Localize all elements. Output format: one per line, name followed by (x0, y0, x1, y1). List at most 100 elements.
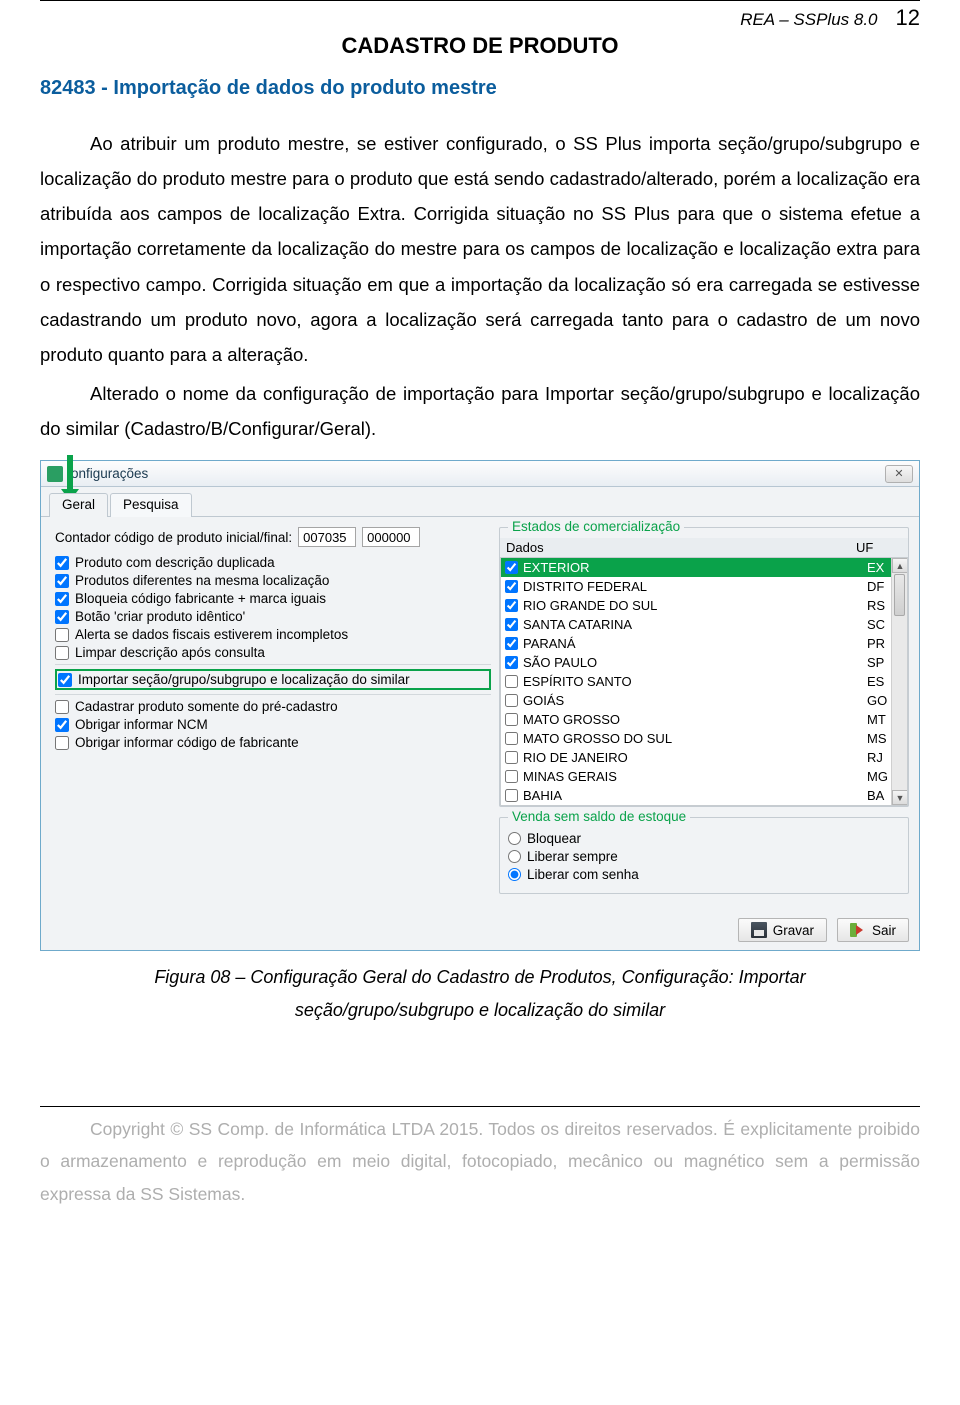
header-rule (40, 0, 920, 1)
state-name: SANTA CATARINA (523, 617, 867, 632)
counter-final-input[interactable] (362, 527, 420, 547)
window-title: onfigurações (71, 466, 885, 481)
state-row[interactable]: SÃO PAULOSP (501, 653, 907, 672)
state-name: MINAS GERAIS (523, 769, 867, 784)
option-label: Produto com descrição duplicada (75, 555, 275, 570)
page-number: 12 (896, 5, 920, 31)
option-label: Obrigar informar código de fabricante (75, 735, 299, 750)
state-row[interactable]: PARANÁPR (501, 634, 907, 653)
state-row[interactable]: ESPÍRITO SANTOES (501, 672, 907, 691)
state-checkbox[interactable] (505, 732, 518, 745)
divider (55, 694, 491, 695)
venda-radio[interactable] (508, 850, 521, 863)
state-row[interactable]: EXTERIOREX (501, 558, 907, 577)
option-label: Botão 'criar produto idêntico' (75, 609, 245, 624)
venda-caption: Venda sem saldo de estoque (508, 809, 690, 824)
state-row[interactable]: MINAS GERAISMG (501, 767, 907, 786)
tab-bar: Geral Pesquisa (41, 487, 919, 517)
option-checkbox[interactable] (58, 673, 72, 687)
exit-button[interactable]: Sair (837, 918, 909, 942)
state-row[interactable]: RIO DE JANEIRORJ (501, 748, 907, 767)
option-label: Importar seção/grupo/subgrupo e localiza… (78, 672, 410, 687)
state-row[interactable]: MATO GROSSO DO SULMS (501, 729, 907, 748)
state-name: DISTRITO FEDERAL (523, 579, 867, 594)
state-name: SÃO PAULO (523, 655, 867, 670)
venda-radio[interactable] (508, 832, 521, 845)
state-row[interactable]: SANTA CATARINASC (501, 615, 907, 634)
option-checkbox[interactable] (55, 736, 69, 750)
state-name: MATO GROSSO DO SUL (523, 731, 867, 746)
option-checkbox[interactable] (55, 556, 69, 570)
venda-radio[interactable] (508, 868, 521, 881)
state-checkbox[interactable] (505, 675, 518, 688)
state-name: RIO GRANDE DO SUL (523, 598, 867, 613)
tab-label: Pesquisa (123, 497, 179, 512)
state-row[interactable]: MATO GROSSOMT (501, 710, 907, 729)
venda-option: Liberar sempre (508, 849, 900, 864)
state-name: GOIÁS (523, 693, 867, 708)
option-checkbox[interactable] (55, 610, 69, 624)
state-row[interactable]: BAHIABA (501, 786, 907, 805)
divider (55, 664, 491, 665)
scroll-down-icon[interactable]: ▼ (892, 790, 907, 805)
save-button[interactable]: Gravar (738, 918, 827, 942)
state-name: ESPÍRITO SANTO (523, 674, 867, 689)
venda-label: Liberar sempre (527, 849, 618, 864)
option-row: Produtos diferentes na mesma localização (55, 573, 491, 588)
tab-pesquisa[interactable]: Pesquisa (110, 493, 192, 517)
state-row[interactable]: RIO GRANDE DO SULRS (501, 596, 907, 615)
venda-groupbox: Venda sem saldo de estoque BloquearLiber… (499, 817, 909, 894)
figure-caption-line1: Figura 08 – Configuração Geral do Cadast… (154, 967, 805, 987)
state-name: EXTERIOR (523, 560, 867, 575)
window-icon (47, 466, 63, 482)
option-checkbox[interactable] (55, 628, 69, 642)
estados-groupbox: Estados de comercialização Dados UF EXTE… (499, 527, 909, 807)
option-checkbox[interactable] (55, 718, 69, 732)
exit-icon (850, 922, 866, 938)
state-checkbox[interactable] (505, 599, 518, 612)
figure-caption: Figura 08 – Configuração Geral do Cadast… (40, 961, 920, 1026)
option-row: Bloqueia código fabricante + marca iguai… (55, 591, 491, 606)
close-icon[interactable]: ✕ (885, 465, 913, 483)
figure-caption-line2: seção/grupo/subgrupo e localização do si… (295, 1000, 665, 1020)
scroll-thumb[interactable] (894, 574, 905, 616)
option-row: Botão 'criar produto idêntico' (55, 609, 491, 624)
option-checkbox[interactable] (55, 646, 69, 660)
counter-initial-input[interactable] (298, 527, 356, 547)
estados-list: EXTERIOREXDISTRITO FEDERALDFRIO GRANDE D… (500, 558, 908, 806)
state-checkbox[interactable] (505, 770, 518, 783)
section-heading: 82483 - Importação de dados do produto m… (40, 77, 920, 100)
state-checkbox[interactable] (505, 561, 518, 574)
option-row: Obrigar informar código de fabricante (55, 735, 491, 750)
tab-geral[interactable]: Geral (49, 493, 108, 517)
state-checkbox[interactable] (505, 751, 518, 764)
state-checkbox[interactable] (505, 656, 518, 669)
scroll-up-icon[interactable]: ▲ (892, 558, 907, 573)
option-row: Importar seção/grupo/subgrupo e localiza… (55, 669, 491, 690)
window-titlebar: onfigurações ✕ (41, 461, 919, 487)
header-product: REA – SSPlus 8.0 (740, 10, 877, 30)
state-checkbox[interactable] (505, 694, 518, 707)
venda-label: Bloquear (527, 831, 581, 846)
state-name: MATO GROSSO (523, 712, 867, 727)
state-checkbox[interactable] (505, 580, 518, 593)
option-checkbox[interactable] (55, 700, 69, 714)
option-label: Produtos diferentes na mesma localização (75, 573, 329, 588)
state-checkbox[interactable] (505, 713, 518, 726)
option-label: Obrigar informar NCM (75, 717, 208, 732)
state-checkbox[interactable] (505, 618, 518, 631)
save-label: Gravar (773, 923, 814, 938)
state-row[interactable]: DISTRITO FEDERALDF (501, 577, 907, 596)
option-checkbox[interactable] (55, 592, 69, 606)
vertical-scrollbar[interactable]: ▲ ▼ (891, 558, 907, 805)
state-checkbox[interactable] (505, 789, 518, 802)
state-name: BAHIA (523, 788, 867, 803)
state-checkbox[interactable] (505, 637, 518, 650)
counter-label: Contador código de produto inicial/final… (55, 530, 292, 545)
option-label: Cadastrar produto somente do pré-cadastr… (75, 699, 338, 714)
body-paragraph-2: Alterado o nome da configuração de impor… (40, 376, 920, 446)
option-checkbox[interactable] (55, 574, 69, 588)
state-row[interactable]: GOIÁSGO (501, 691, 907, 710)
option-label: Alerta se dados fiscais estiverem incomp… (75, 627, 348, 642)
left-column: Contador código de produto inicial/final… (55, 527, 499, 904)
